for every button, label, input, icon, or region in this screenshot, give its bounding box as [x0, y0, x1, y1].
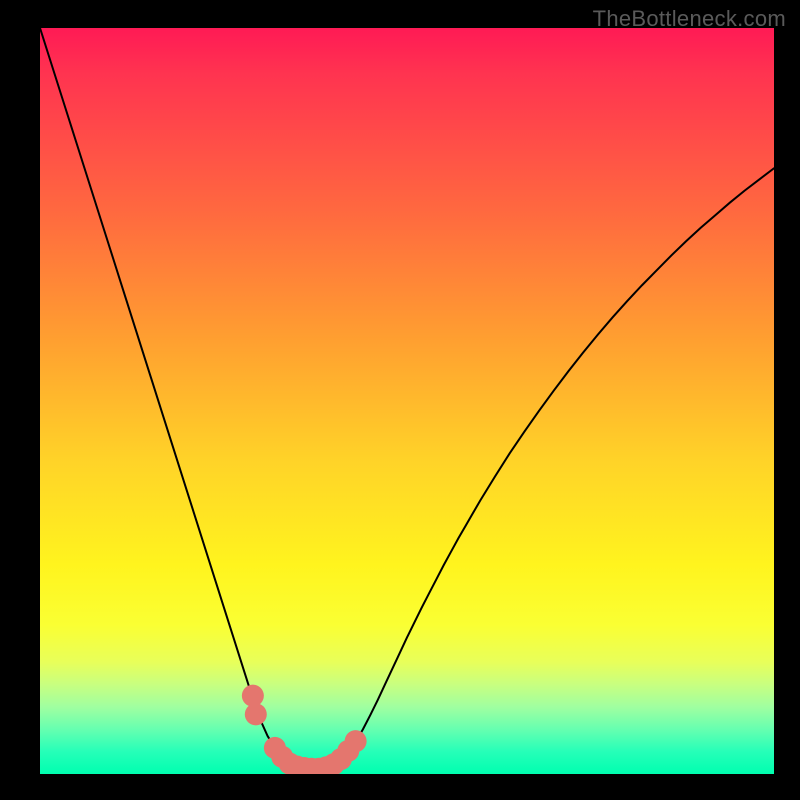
- optimal-zone-marker: [242, 685, 264, 707]
- optimal-zone-marker: [245, 703, 267, 725]
- chart-plot-area: [40, 28, 774, 774]
- chart-svg: [40, 28, 774, 774]
- watermark-text: TheBottleneck.com: [593, 6, 786, 32]
- optimal-zone-marker: [345, 730, 367, 752]
- chart-frame: TheBottleneck.com: [0, 0, 800, 800]
- bottleneck-curve: [40, 28, 774, 770]
